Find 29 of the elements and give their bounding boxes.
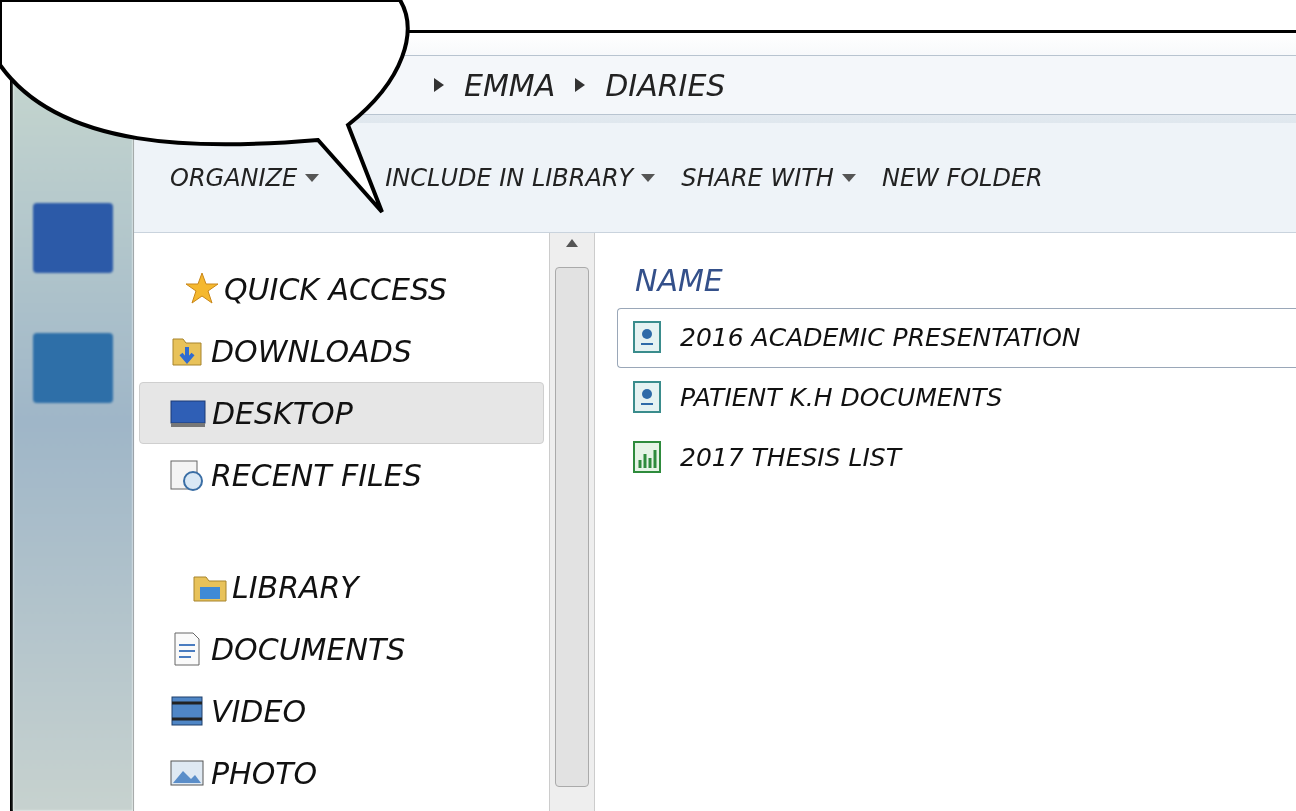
sidebar-item[interactable]: DOWNLOADS: [139, 320, 544, 382]
dropdown-caret-icon: [305, 173, 320, 182]
toolbar-button[interactable]: SHARE WITH: [675, 153, 862, 202]
breadcrumb-item[interactable]: DIARIES: [605, 62, 726, 108]
toolbar-button[interactable]: NEW FOLDER: [875, 153, 1049, 202]
recent-files-icon: [169, 457, 205, 493]
sidebar-item[interactable]: DOCUMENTS: [139, 618, 544, 680]
scroll-up-icon[interactable]: [566, 239, 578, 247]
sidebar-group[interactable]: LIBRARY: [184, 556, 549, 618]
film-icon: [169, 693, 205, 729]
file-row[interactable]: 2016 ACADEMIC PRESENTATION: [617, 308, 1296, 368]
chevron-icon: [575, 78, 586, 92]
scrollbar-thumb[interactable]: [555, 267, 589, 787]
scrollbar[interactable]: [549, 233, 595, 811]
file-row[interactable]: 2017 THESIS LIST: [617, 428, 1296, 488]
sidebar-group[interactable]: QUICK ACCESS: [184, 258, 549, 320]
dropdown-caret-icon: [841, 173, 856, 182]
sidebar-item[interactable]: VIDEO: [139, 680, 544, 742]
toolbar-button[interactable]: INCLUDE IN LIBRARY: [379, 153, 662, 202]
star-icon: [184, 271, 220, 307]
breadcrumb-item[interactable]: EMMA: [464, 62, 556, 108]
file-row[interactable]: PATIENT K.H DOCUMENTS: [617, 368, 1296, 428]
sidebar-item[interactable]: DESKTOP: [139, 382, 544, 444]
toolbar-button[interactable]: ORGANIZE: [164, 153, 326, 202]
sidebar-item[interactable]: RECENT FILES: [139, 444, 544, 506]
dropdown-caret-icon: [641, 173, 656, 182]
column-header[interactable]: NAME: [635, 258, 1296, 308]
chevron-icon: [434, 78, 444, 92]
sidebar-item[interactable]: PHOTO: [139, 742, 544, 804]
